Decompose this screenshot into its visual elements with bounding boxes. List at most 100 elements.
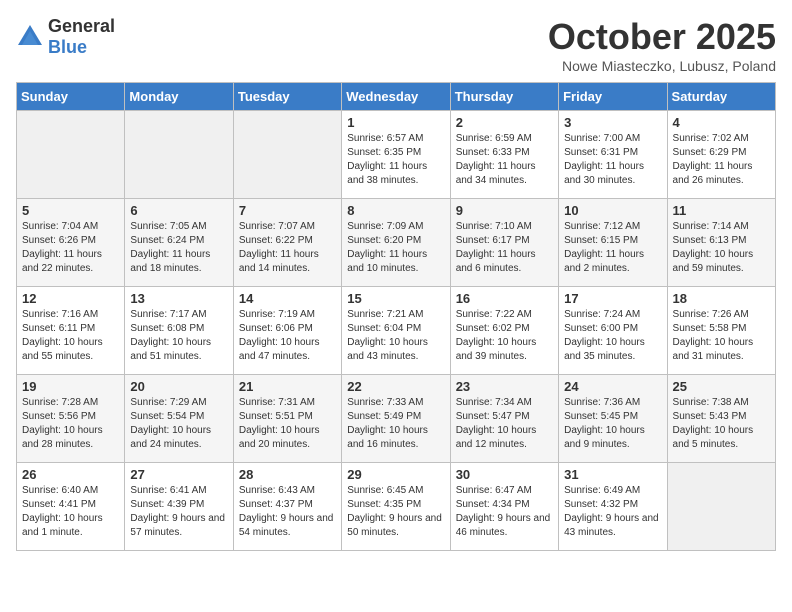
calendar-cell: 25 Sunrise: 7:38 AM Sunset: 5:43 PM Dayli… xyxy=(667,375,775,463)
calendar-cell: 17 Sunrise: 7:24 AM Sunset: 6:00 PM Dayli… xyxy=(559,287,667,375)
week-row-5: 26Sunrise: 6:40 AM Sunset: 4:41 PM Dayli… xyxy=(17,463,776,551)
day-number: 14 xyxy=(239,291,336,306)
calendar-cell: 2 Sunrise: 6:59 AM Sunset: 6:33 PM Daylig… xyxy=(450,111,558,199)
day-number: 28 xyxy=(239,467,336,482)
day-info: Sunrise: 7:04 AM Sunset: 6:26 PM Dayligh… xyxy=(22,220,119,276)
day-number: 26 xyxy=(22,467,119,482)
day-info: Sunrise: 7:16 AM Sunset: 6:11 PM Dayligh… xyxy=(22,308,119,364)
logo: General Blue xyxy=(16,16,115,58)
calendar-cell: 16 Sunrise: 7:22 AM Sunset: 6:02 PM Dayli… xyxy=(450,287,558,375)
calendar-title: October 2025 xyxy=(548,16,776,58)
day-info: Sunrise: 6:49 AM Sunset: 4:32 PM Dayligh… xyxy=(564,484,661,540)
week-row-2: 5Sunrise: 7:04 AM Sunset: 6:26 PM Daylig… xyxy=(17,199,776,287)
calendar-cell: 29 Sunrise: 6:45 AM Sunset: 4:35 PM Dayli… xyxy=(342,463,450,551)
calendar-cell: 14 Sunrise: 7:19 AM Sunset: 6:06 PM Dayli… xyxy=(233,287,341,375)
calendar-cell: 12 Sunrise: 7:16 AM Sunset: 6:11 PM Dayli… xyxy=(17,287,125,375)
day-info: Sunrise: 7:12 AM Sunset: 6:15 PM Dayligh… xyxy=(564,220,661,276)
calendar-cell: 22 Sunrise: 7:33 AM Sunset: 5:49 PM Dayli… xyxy=(342,375,450,463)
day-info: Sunrise: 6:45 AM Sunset: 4:35 PM Dayligh… xyxy=(347,484,444,540)
calendar-cell: 24Sunrise: 7:36 AM Sunset: 5:45 PM Dayli… xyxy=(559,375,667,463)
day-header-wednesday: Wednesday xyxy=(342,83,450,111)
calendar-cell: 21 Sunrise: 7:31 AM Sunset: 5:51 PM Dayli… xyxy=(233,375,341,463)
day-info: Sunrise: 7:33 AM Sunset: 5:49 PM Dayligh… xyxy=(347,396,444,452)
calendar-cell: 18 Sunrise: 7:26 AM Sunset: 5:58 PM Dayli… xyxy=(667,287,775,375)
calendar-cell: 8 Sunrise: 7:09 AM Sunset: 6:20 PM Daylig… xyxy=(342,199,450,287)
day-number: 11 xyxy=(673,203,770,218)
day-number: 20 xyxy=(130,379,227,394)
day-info: Sunrise: 7:21 AM Sunset: 6:04 PM Dayligh… xyxy=(347,308,444,364)
day-header-monday: Monday xyxy=(125,83,233,111)
title-area: October 2025 Nowe Miasteczko, Lubusz, Po… xyxy=(548,16,776,74)
day-number: 13 xyxy=(130,291,227,306)
day-number: 15 xyxy=(347,291,444,306)
day-number: 16 xyxy=(456,291,553,306)
day-number: 9 xyxy=(456,203,553,218)
day-number: 29 xyxy=(347,467,444,482)
day-info: Sunrise: 7:07 AM Sunset: 6:22 PM Dayligh… xyxy=(239,220,336,276)
day-info: Sunrise: 7:22 AM Sunset: 6:02 PM Dayligh… xyxy=(456,308,553,364)
day-info: Sunrise: 7:34 AM Sunset: 5:47 PM Dayligh… xyxy=(456,396,553,452)
day-info: Sunrise: 7:19 AM Sunset: 6:06 PM Dayligh… xyxy=(239,308,336,364)
day-info: Sunrise: 7:10 AM Sunset: 6:17 PM Dayligh… xyxy=(456,220,553,276)
days-header-row: SundayMondayTuesdayWednesdayThursdayFrid… xyxy=(17,83,776,111)
calendar-cell xyxy=(17,111,125,199)
day-number: 17 xyxy=(564,291,661,306)
calendar-cell: 31Sunrise: 6:49 AM Sunset: 4:32 PM Dayli… xyxy=(559,463,667,551)
calendar-cell: 10 Sunrise: 7:12 AM Sunset: 6:15 PM Dayli… xyxy=(559,199,667,287)
day-header-tuesday: Tuesday xyxy=(233,83,341,111)
calendar-cell xyxy=(667,463,775,551)
day-header-thursday: Thursday xyxy=(450,83,558,111)
day-info: Sunrise: 7:02 AM Sunset: 6:29 PM Dayligh… xyxy=(673,132,770,188)
day-info: Sunrise: 7:14 AM Sunset: 6:13 PM Dayligh… xyxy=(673,220,770,276)
calendar-cell: 19Sunrise: 7:28 AM Sunset: 5:56 PM Dayli… xyxy=(17,375,125,463)
day-header-friday: Friday xyxy=(559,83,667,111)
day-header-saturday: Saturday xyxy=(667,83,775,111)
calendar-cell: 13 Sunrise: 7:17 AM Sunset: 6:08 PM Dayli… xyxy=(125,287,233,375)
day-header-sunday: Sunday xyxy=(17,83,125,111)
day-info: Sunrise: 7:24 AM Sunset: 6:00 PM Dayligh… xyxy=(564,308,661,364)
calendar-cell: 27Sunrise: 6:41 AM Sunset: 4:39 PM Dayli… xyxy=(125,463,233,551)
calendar-cell: 3Sunrise: 7:00 AM Sunset: 6:31 PM Daylig… xyxy=(559,111,667,199)
calendar-cell: 5Sunrise: 7:04 AM Sunset: 6:26 PM Daylig… xyxy=(17,199,125,287)
day-number: 25 xyxy=(673,379,770,394)
day-number: 23 xyxy=(456,379,553,394)
day-number: 8 xyxy=(347,203,444,218)
calendar-cell: 6Sunrise: 7:05 AM Sunset: 6:24 PM Daylig… xyxy=(125,199,233,287)
day-number: 22 xyxy=(347,379,444,394)
calendar-cell: 23 Sunrise: 7:34 AM Sunset: 5:47 PM Dayli… xyxy=(450,375,558,463)
day-info: Sunrise: 7:00 AM Sunset: 6:31 PM Dayligh… xyxy=(564,132,661,188)
day-info: Sunrise: 7:28 AM Sunset: 5:56 PM Dayligh… xyxy=(22,396,119,452)
day-info: Sunrise: 7:38 AM Sunset: 5:43 PM Dayligh… xyxy=(673,396,770,452)
day-number: 18 xyxy=(673,291,770,306)
calendar-cell xyxy=(233,111,341,199)
day-info: Sunrise: 7:29 AM Sunset: 5:54 PM Dayligh… xyxy=(130,396,227,452)
week-row-1: 1Sunrise: 6:57 AM Sunset: 6:35 PM Daylig… xyxy=(17,111,776,199)
day-number: 30 xyxy=(456,467,553,482)
calendar-cell: 4 Sunrise: 7:02 AM Sunset: 6:29 PM Daylig… xyxy=(667,111,775,199)
calendar-cell: 26Sunrise: 6:40 AM Sunset: 4:41 PM Dayli… xyxy=(17,463,125,551)
day-number: 2 xyxy=(456,115,553,130)
header: General Blue October 2025 Nowe Miasteczk… xyxy=(16,16,776,74)
day-number: 10 xyxy=(564,203,661,218)
calendar-cell: 28 Sunrise: 6:43 AM Sunset: 4:37 PM Dayli… xyxy=(233,463,341,551)
day-number: 12 xyxy=(22,291,119,306)
day-number: 4 xyxy=(673,115,770,130)
day-info: Sunrise: 7:17 AM Sunset: 6:08 PM Dayligh… xyxy=(130,308,227,364)
calendar-cell xyxy=(125,111,233,199)
day-number: 6 xyxy=(130,203,227,218)
day-number: 24 xyxy=(564,379,661,394)
week-row-4: 19Sunrise: 7:28 AM Sunset: 5:56 PM Dayli… xyxy=(17,375,776,463)
day-info: Sunrise: 7:09 AM Sunset: 6:20 PM Dayligh… xyxy=(347,220,444,276)
day-info: Sunrise: 7:26 AM Sunset: 5:58 PM Dayligh… xyxy=(673,308,770,364)
day-number: 7 xyxy=(239,203,336,218)
day-number: 21 xyxy=(239,379,336,394)
calendar-subtitle: Nowe Miasteczko, Lubusz, Poland xyxy=(548,58,776,74)
day-info: Sunrise: 7:31 AM Sunset: 5:51 PM Dayligh… xyxy=(239,396,336,452)
logo-icon xyxy=(16,23,44,51)
day-info: Sunrise: 6:43 AM Sunset: 4:37 PM Dayligh… xyxy=(239,484,336,540)
day-number: 1 xyxy=(347,115,444,130)
calendar-cell: 11 Sunrise: 7:14 AM Sunset: 6:13 PM Dayli… xyxy=(667,199,775,287)
day-info: Sunrise: 6:59 AM Sunset: 6:33 PM Dayligh… xyxy=(456,132,553,188)
calendar-cell: 7 Sunrise: 7:07 AM Sunset: 6:22 PM Daylig… xyxy=(233,199,341,287)
day-info: Sunrise: 6:41 AM Sunset: 4:39 PM Dayligh… xyxy=(130,484,227,540)
